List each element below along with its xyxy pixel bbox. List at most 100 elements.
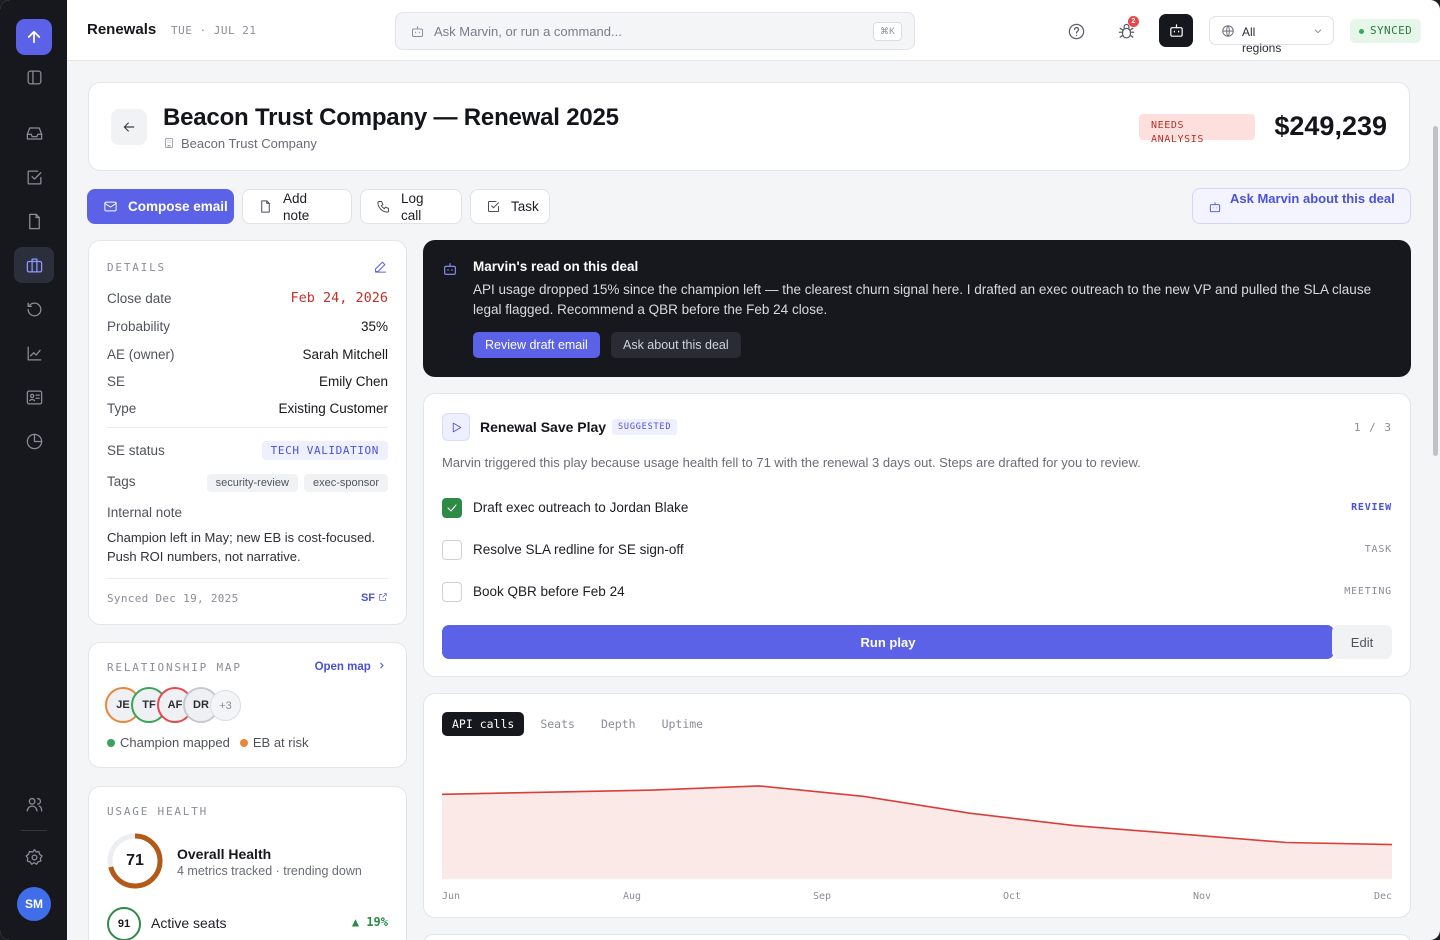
- scrollbar[interactable]: [1432, 61, 1440, 940]
- internal-note-label: Internal note: [107, 505, 183, 520]
- sidebar-item-analytics[interactable]: [14, 335, 54, 371]
- tag[interactable]: exec-sponsor: [303, 473, 388, 492]
- marvin-assistant-button[interactable]: [1159, 14, 1193, 47]
- detail-row-se-status: SE status TECH VALIDATION: [107, 440, 388, 460]
- salesforce-link-label: SF: [360, 592, 375, 604]
- relationship-map-card: RELATIONSHIP MAP Open map JE TF AF DR +3…: [88, 642, 407, 768]
- step-checkbox[interactable]: [442, 582, 462, 602]
- command-input[interactable]: Ask Marvin, or run a command... ⌘K: [395, 12, 915, 50]
- bug-report-button[interactable]: 2: [1111, 16, 1141, 46]
- se-status-badge: TECH VALIDATION: [261, 440, 388, 460]
- add-note-button[interactable]: Add note: [242, 189, 352, 224]
- briefcase-icon: [26, 258, 42, 272]
- run-play-button[interactable]: Run play: [442, 625, 1334, 659]
- play-step[interactable]: Draft exec outreach to Jordan Blake REVI…: [442, 498, 1392, 518]
- region-select[interactable]: All regions: [1209, 16, 1334, 55]
- account-link[interactable]: Beacon Trust Company: [163, 136, 317, 151]
- compose-email-button[interactable]: Compose email: [87, 189, 234, 224]
- tab-uptime[interactable]: Uptime: [652, 712, 714, 736]
- collapse-sidebar-button[interactable]: [14, 59, 54, 95]
- tab-seats[interactable]: Seats: [530, 712, 585, 736]
- edit-play-button[interactable]: Edit: [1332, 625, 1392, 659]
- review-draft-button[interactable]: Review draft email: [473, 332, 600, 358]
- sidebar-item-settings[interactable]: [14, 839, 54, 875]
- health-score: 71: [126, 852, 144, 869]
- ask-about-deal-button[interactable]: Ask about this deal: [611, 332, 741, 358]
- pencil-icon[interactable]: [373, 259, 388, 274]
- se-value: Emily Chen: [318, 373, 388, 389]
- overall-health-title: Overall Health: [177, 846, 272, 862]
- pie-chart-icon: [26, 433, 42, 449]
- detail-row-se: SE Emily Chen: [107, 371, 388, 391]
- chart-tabs: API calls Seats Depth Uptime: [442, 712, 719, 736]
- contact-initials: TF: [142, 699, 156, 711]
- compose-email-label: Compose email: [128, 199, 228, 214]
- page-title: Renewals: [87, 21, 157, 38]
- history-icon: [27, 302, 41, 316]
- x-tick-label: Aug: [623, 891, 641, 902]
- open-map-label: Open map: [314, 661, 371, 673]
- step-kind: REVIEW: [1351, 502, 1392, 513]
- ask-marvin-button[interactable]: Ask Marvin about this deal: [1192, 188, 1411, 224]
- tab-depth[interactable]: Depth: [591, 712, 646, 736]
- sidebar-item-tasks[interactable]: [14, 159, 54, 195]
- note-icon: [261, 200, 270, 213]
- sidebar-divider: [21, 830, 47, 831]
- bot-icon: [1169, 24, 1183, 37]
- sidebar-item-renewals[interactable]: [14, 291, 54, 327]
- contact-card-icon: [26, 390, 42, 404]
- task-button[interactable]: Task: [470, 189, 550, 224]
- check-icon: [447, 504, 457, 512]
- open-map-link[interactable]: Open map: [315, 661, 386, 673]
- step-label: Draft exec outreach to Jordan Blake: [473, 500, 689, 515]
- step-kind: MEETING: [1344, 586, 1392, 597]
- x-tick-label: Jun: [442, 891, 460, 902]
- sidebar-item-reports[interactable]: [14, 423, 54, 459]
- detail-row-type: Type Existing Customer: [107, 398, 388, 418]
- user-avatar[interactable]: SM: [17, 887, 51, 921]
- sidebar-item-inbox[interactable]: [14, 115, 54, 151]
- suggested-badge: SUGGESTED: [612, 419, 678, 435]
- help-button[interactable]: [1061, 16, 1091, 46]
- detail-key: SE status: [107, 442, 165, 458]
- bot-icon: [1209, 202, 1221, 213]
- chevron-down-icon: [1314, 29, 1322, 34]
- metric-score: 91: [107, 907, 141, 940]
- divider: [107, 427, 388, 428]
- legend-dot: [107, 739, 115, 747]
- play-step[interactable]: Book QBR before Feb 24 MEETING: [442, 582, 1392, 602]
- detail-key: AE (owner): [107, 346, 175, 362]
- log-call-button[interactable]: Log call: [360, 189, 462, 224]
- detail-key: Type: [107, 400, 137, 416]
- tab-api-calls[interactable]: API calls: [442, 712, 525, 736]
- sidebar-item-deals[interactable]: [14, 247, 54, 283]
- more-contacts-avatar[interactable]: +3: [210, 690, 241, 721]
- legend-label: EB at risk: [252, 735, 309, 750]
- phone-icon: [377, 201, 389, 213]
- detail-key: Tags: [107, 473, 136, 489]
- salesforce-link[interactable]: SF: [361, 592, 388, 604]
- more-contacts-count: +3: [219, 699, 232, 712]
- region-value: All regions: [1242, 25, 1282, 55]
- app-logo[interactable]: [16, 19, 52, 55]
- tag[interactable]: security-review: [206, 473, 298, 492]
- sync-status-badge: SYNCED: [1350, 19, 1422, 43]
- usage-heading: USAGE HEALTH: [107, 805, 209, 818]
- owner-value: Sarah Mitchell: [302, 346, 388, 362]
- marvin-title: Marvin's read on this deal: [473, 259, 639, 274]
- step-checkbox[interactable]: [442, 540, 462, 560]
- sidebar-item-contacts[interactable]: [14, 379, 54, 415]
- step-checkbox[interactable]: [442, 498, 462, 518]
- bot-icon: [412, 26, 423, 37]
- back-button[interactable]: [111, 109, 147, 145]
- scrollbar-thumb[interactable]: [1433, 126, 1438, 456]
- command-placeholder: Ask Marvin, or run a command...: [434, 24, 622, 39]
- x-tick-label: Oct: [1003, 891, 1021, 902]
- panel-icon: [27, 70, 41, 84]
- sidebar-item-team[interactable]: [14, 786, 54, 822]
- mail-icon: [104, 201, 117, 212]
- play-step[interactable]: Resolve SLA redline for SE sign-off TASK: [442, 540, 1392, 560]
- tag-list: security-review exec-sponsor: [201, 473, 388, 492]
- users-icon: [26, 797, 42, 811]
- sidebar-item-documents[interactable]: [14, 203, 54, 239]
